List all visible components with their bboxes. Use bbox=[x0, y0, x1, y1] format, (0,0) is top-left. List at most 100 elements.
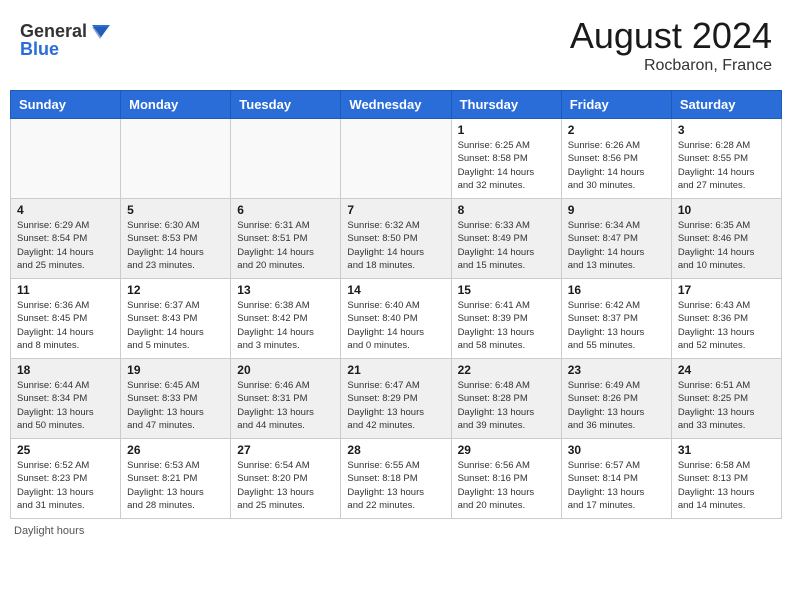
day-number: 27 bbox=[237, 443, 334, 457]
day-number: 9 bbox=[568, 203, 665, 217]
calendar-week-5: 25Sunrise: 6:52 AMSunset: 8:23 PMDayligh… bbox=[11, 439, 782, 519]
day-number: 1 bbox=[458, 123, 555, 137]
day-info: Sunrise: 6:33 AMSunset: 8:49 PMDaylight:… bbox=[458, 219, 555, 272]
day-number: 13 bbox=[237, 283, 334, 297]
header-sunday: Sunday bbox=[11, 91, 121, 119]
calendar-cell-w2-d2: 5Sunrise: 6:30 AMSunset: 8:53 PMDaylight… bbox=[121, 199, 231, 279]
page-header: General Blue August 2024 Rocbaron, Franc… bbox=[10, 10, 782, 80]
calendar-cell-w4-d4: 21 Sunrise: 6:47 AMSunset: 8:29 PMDayligh… bbox=[341, 359, 451, 439]
title-section: August 2024 Rocbaron, France bbox=[570, 15, 772, 75]
day-number: 12 bbox=[127, 283, 224, 297]
day-number: 4 bbox=[17, 203, 114, 217]
day-info: Sunrise: 6:40 AMSunset: 8:40 PMDaylight:… bbox=[347, 299, 444, 352]
day-info: Sunrise: 6:58 AMSunset: 8:13 PMDaylight:… bbox=[678, 459, 775, 512]
day-info: Sunrise: 6:46 AMSunset: 8:31 PMDaylight:… bbox=[237, 379, 334, 432]
day-number: 19 bbox=[127, 363, 224, 377]
calendar-cell-w2-d7: 10 Sunrise: 6:35 AMSunset: 8:46 PMDayligh… bbox=[671, 199, 781, 279]
day-info: Sunrise: 6:41 AMSunset: 8:39 PMDaylight:… bbox=[458, 299, 555, 352]
day-info: Sunrise: 6:52 AMSunset: 8:23 PMDaylight:… bbox=[17, 459, 114, 512]
calendar-week-2: 4 Sunrise: 6:29 AMSunset: 8:54 PMDaylight… bbox=[11, 199, 782, 279]
day-number: 5 bbox=[127, 203, 224, 217]
calendar-cell-w1-d2 bbox=[121, 119, 231, 199]
day-info: Sunrise: 6:56 AMSunset: 8:16 PMDaylight:… bbox=[458, 459, 555, 512]
calendar-cell-w5-d2: 26 Sunrise: 6:53 AMSunset: 8:21 PMDayligh… bbox=[121, 439, 231, 519]
day-number: 20 bbox=[237, 363, 334, 377]
logo: General Blue bbox=[20, 15, 110, 65]
logo-text: General Blue bbox=[20, 15, 110, 65]
day-info: Sunrise: 6:28 AMSunset: 8:55 PMDaylight:… bbox=[678, 139, 775, 192]
calendar-cell-w2-d5: 8Sunrise: 6:33 AMSunset: 8:49 PMDaylight… bbox=[451, 199, 561, 279]
day-number: 6 bbox=[237, 203, 334, 217]
header-friday: Friday bbox=[561, 91, 671, 119]
day-number: 10 bbox=[678, 203, 775, 217]
calendar-cell-w1-d7: 3 Sunrise: 6:28 AMSunset: 8:55 PMDaylight… bbox=[671, 119, 781, 199]
day-info: Sunrise: 6:25 AMSunset: 8:58 PMDaylight:… bbox=[458, 139, 555, 192]
day-info: Sunrise: 6:29 AMSunset: 8:54 PMDaylight:… bbox=[17, 219, 114, 272]
day-number: 15 bbox=[458, 283, 555, 297]
calendar-cell-w3-d5: 15 Sunrise: 6:41 AMSunset: 8:39 PMDayligh… bbox=[451, 279, 561, 359]
day-info: Sunrise: 6:32 AMSunset: 8:50 PMDaylight:… bbox=[347, 219, 444, 272]
day-number: 3 bbox=[678, 123, 775, 137]
day-info: Sunrise: 6:53 AMSunset: 8:21 PMDaylight:… bbox=[127, 459, 224, 512]
svg-text:Blue: Blue bbox=[20, 39, 59, 59]
calendar-cell-w1-d1 bbox=[11, 119, 121, 199]
footer-note: Daylight hours bbox=[10, 525, 782, 537]
calendar-cell-w1-d5: 1 Sunrise: 6:25 AMSunset: 8:58 PMDaylight… bbox=[451, 119, 561, 199]
header-thursday: Thursday bbox=[451, 91, 561, 119]
calendar-cell-w3-d3: 13 Sunrise: 6:38 AMSunset: 8:42 PMDayligh… bbox=[231, 279, 341, 359]
day-number: 23 bbox=[568, 363, 665, 377]
calendar-cell-w5-d3: 27 Sunrise: 6:54 AMSunset: 8:20 PMDayligh… bbox=[231, 439, 341, 519]
calendar-cell-w4-d5: 22 Sunrise: 6:48 AMSunset: 8:28 PMDayligh… bbox=[451, 359, 561, 439]
day-info: Sunrise: 6:38 AMSunset: 8:42 PMDaylight:… bbox=[237, 299, 334, 352]
day-info: Sunrise: 6:55 AMSunset: 8:18 PMDaylight:… bbox=[347, 459, 444, 512]
day-info: Sunrise: 6:35 AMSunset: 8:46 PMDaylight:… bbox=[678, 219, 775, 272]
calendar-cell-w4-d1: 18Sunrise: 6:44 AMSunset: 8:34 PMDayligh… bbox=[11, 359, 121, 439]
day-number: 24 bbox=[678, 363, 775, 377]
month-year: August 2024 bbox=[570, 15, 772, 57]
day-number: 2 bbox=[568, 123, 665, 137]
day-info: Sunrise: 6:54 AMSunset: 8:20 PMDaylight:… bbox=[237, 459, 334, 512]
day-number: 11 bbox=[17, 283, 114, 297]
day-info: Sunrise: 6:37 AMSunset: 8:43 PMDaylight:… bbox=[127, 299, 224, 352]
calendar-cell-w2-d1: 4 Sunrise: 6:29 AMSunset: 8:54 PMDaylight… bbox=[11, 199, 121, 279]
calendar-cell-w1-d6: 2Sunrise: 6:26 AMSunset: 8:56 PMDaylight… bbox=[561, 119, 671, 199]
calendar-week-1: 1 Sunrise: 6:25 AMSunset: 8:58 PMDaylight… bbox=[11, 119, 782, 199]
day-number: 17 bbox=[678, 283, 775, 297]
day-info: Sunrise: 6:43 AMSunset: 8:36 PMDaylight:… bbox=[678, 299, 775, 352]
calendar-cell-w4-d3: 20 Sunrise: 6:46 AMSunset: 8:31 PMDayligh… bbox=[231, 359, 341, 439]
calendar-cell-w3-d1: 11 Sunrise: 6:36 AMSunset: 8:45 PMDayligh… bbox=[11, 279, 121, 359]
day-number: 22 bbox=[458, 363, 555, 377]
calendar-cell-w3-d4: 14 Sunrise: 6:40 AMSunset: 8:40 PMDayligh… bbox=[341, 279, 451, 359]
calendar-table: Sunday Monday Tuesday Wednesday Thursday… bbox=[10, 90, 782, 519]
day-info: Sunrise: 6:42 AMSunset: 8:37 PMDaylight:… bbox=[568, 299, 665, 352]
day-number: 14 bbox=[347, 283, 444, 297]
day-info: Sunrise: 6:51 AMSunset: 8:25 PMDaylight:… bbox=[678, 379, 775, 432]
calendar-cell-w2-d4: 7Sunrise: 6:32 AMSunset: 8:50 PMDaylight… bbox=[341, 199, 451, 279]
day-number: 21 bbox=[347, 363, 444, 377]
day-info: Sunrise: 6:49 AMSunset: 8:26 PMDaylight:… bbox=[568, 379, 665, 432]
day-info: Sunrise: 6:48 AMSunset: 8:28 PMDaylight:… bbox=[458, 379, 555, 432]
calendar-cell-w4-d2: 19 Sunrise: 6:45 AMSunset: 8:33 PMDayligh… bbox=[121, 359, 231, 439]
day-info: Sunrise: 6:47 AMSunset: 8:29 PMDaylight:… bbox=[347, 379, 444, 432]
calendar-cell-w3-d2: 12 Sunrise: 6:37 AMSunset: 8:43 PMDayligh… bbox=[121, 279, 231, 359]
calendar-week-4: 18Sunrise: 6:44 AMSunset: 8:34 PMDayligh… bbox=[11, 359, 782, 439]
calendar-cell-w5-d6: 30Sunrise: 6:57 AMSunset: 8:14 PMDayligh… bbox=[561, 439, 671, 519]
header-wednesday: Wednesday bbox=[341, 91, 451, 119]
calendar-cell-w5-d4: 28Sunrise: 6:55 AMSunset: 8:18 PMDayligh… bbox=[341, 439, 451, 519]
calendar-cell-w5-d7: 31Sunrise: 6:58 AMSunset: 8:13 PMDayligh… bbox=[671, 439, 781, 519]
calendar-cell-w1-d3 bbox=[231, 119, 341, 199]
day-info: Sunrise: 6:31 AMSunset: 8:51 PMDaylight:… bbox=[237, 219, 334, 272]
logo-icon: General Blue bbox=[20, 15, 110, 60]
day-number: 26 bbox=[127, 443, 224, 457]
svg-text:General: General bbox=[20, 21, 87, 41]
header-saturday: Saturday bbox=[671, 91, 781, 119]
calendar-header-row: Sunday Monday Tuesday Wednesday Thursday… bbox=[11, 91, 782, 119]
day-number: 16 bbox=[568, 283, 665, 297]
calendar-cell-w1-d4 bbox=[341, 119, 451, 199]
calendar-cell-w3-d6: 16 Sunrise: 6:42 AMSunset: 8:37 PMDayligh… bbox=[561, 279, 671, 359]
calendar-cell-w4-d6: 23 Sunrise: 6:49 AMSunset: 8:26 PMDayligh… bbox=[561, 359, 671, 439]
day-info: Sunrise: 6:45 AMSunset: 8:33 PMDaylight:… bbox=[127, 379, 224, 432]
header-tuesday: Tuesday bbox=[231, 91, 341, 119]
day-info: Sunrise: 6:36 AMSunset: 8:45 PMDaylight:… bbox=[17, 299, 114, 352]
calendar-cell-w2-d6: 9Sunrise: 6:34 AMSunset: 8:47 PMDaylight… bbox=[561, 199, 671, 279]
